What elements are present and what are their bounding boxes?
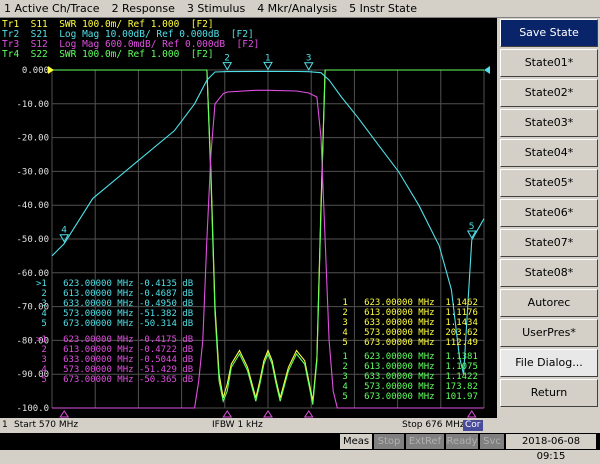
marker-table-s21: >1 623.00000 MHz -0.4135 dB 2 613.00000 … bbox=[36, 279, 193, 329]
marker-row-s21-1: >1 623.00000 MHz -0.4135 dB bbox=[36, 279, 194, 289]
stimulus-marker-5 bbox=[466, 410, 477, 418]
stop-indicator: Stop bbox=[374, 434, 404, 449]
channel-status-bar: 1 Start 570 MHz IFBW 1 kHz Stop 676 MHz … bbox=[0, 419, 497, 432]
marker-table-s22: 1 623.00000 MHz 1.1381 2 613.00000 MHz 1… bbox=[337, 352, 478, 402]
marker-4-s21-label: 4 bbox=[61, 226, 67, 236]
marker-row-s22-1: 1 623.00000 MHz 1.1381 bbox=[337, 352, 478, 362]
y-axis-tick-label: -50.00 bbox=[16, 235, 49, 245]
return-button[interactable]: Return bbox=[500, 379, 598, 407]
datetime-display: 2018-06-08 09:15 bbox=[506, 434, 596, 462]
marker-row-s22-3: 3 633.00000 MHz 1.1422 bbox=[337, 372, 478, 382]
stop-frequency[interactable]: Stop 676 MHz bbox=[402, 419, 465, 432]
svc-indicator: Svc bbox=[480, 434, 504, 449]
marker-row-s12-2: 2 613.00000 MHz -0.4722 dB bbox=[36, 345, 194, 355]
marker-3-s21 bbox=[303, 62, 314, 71]
y-axis-tick-label: -20.00 bbox=[16, 134, 49, 144]
instrument-status-bar: Meas Stop ExtRef Ready Svc 2018-06-08 09… bbox=[0, 433, 600, 462]
marker-1-s21 bbox=[263, 61, 273, 71]
y-axis-tick-label: -30.00 bbox=[16, 167, 49, 177]
stimulus-marker-2 bbox=[222, 410, 233, 418]
channel-number: 1 bbox=[2, 420, 8, 430]
cor-indicator: Cor bbox=[463, 420, 483, 431]
marker-row-s21-2: 2 613.00000 MHz -0.4687 dB bbox=[36, 289, 194, 299]
marker-row-s11-1: 1 623.00000 MHz 1.1462 bbox=[337, 298, 478, 308]
ready-indicator: Ready bbox=[446, 434, 478, 449]
file-dialog-button[interactable]: File Dialog... bbox=[500, 349, 598, 377]
marker-1-s21-label: 1 bbox=[265, 53, 271, 63]
ref-arrow-left bbox=[48, 66, 54, 74]
menu-stimulus[interactable]: 3 Stimulus bbox=[183, 2, 253, 15]
menu-response[interactable]: 2 Response bbox=[108, 2, 183, 15]
userpres-button[interactable]: UserPres* bbox=[500, 319, 598, 347]
ifbw-value[interactable]: IFBW 1 kHz bbox=[212, 419, 263, 432]
trace-4-label: Tr4 S22 SWR 100.0m/ Ref 1.000 [F2] bbox=[2, 49, 214, 60]
meas-indicator: Meas bbox=[340, 434, 372, 449]
state08-button[interactable]: State08* bbox=[500, 259, 598, 287]
marker-row-s12-3: 3 633.00000 MHz -0.5044 dB bbox=[36, 355, 194, 365]
state06-button[interactable]: State06* bbox=[500, 199, 598, 227]
marker-row-s22-5: 5 673.00000 MHz 101.97 bbox=[337, 392, 478, 402]
autorec-button[interactable]: Autorec bbox=[500, 289, 598, 317]
y-axis-tick-label: -100.0 bbox=[16, 404, 49, 414]
marker-row-s12-1: >1 623.00000 MHz -0.4175 dB bbox=[36, 335, 194, 345]
y-axis-tick-label: -60.00 bbox=[16, 269, 49, 279]
state04-button[interactable]: State04* bbox=[500, 139, 598, 167]
marker-2-s21 bbox=[222, 62, 233, 71]
marker-row-s11-2: 2 613.00000 MHz 1.1176 bbox=[337, 308, 478, 318]
marker-row-s21-3: 3 633.00000 MHz -0.4950 dB bbox=[36, 299, 194, 309]
marker-row-s21-5: 5 673.00000 MHz -50.314 dB bbox=[36, 319, 194, 329]
y-axis-tick-label: -40.00 bbox=[16, 201, 49, 211]
marker-row-s22-4: 4 573.00000 MHz 173.82 bbox=[337, 382, 478, 392]
state05-button[interactable]: State05* bbox=[500, 169, 598, 197]
marker-table-s12: >1 623.00000 MHz -0.4175 dB 2 613.00000 … bbox=[36, 335, 193, 385]
menu-active-ch-trace[interactable]: 1 Active Ch/Trace bbox=[0, 2, 108, 15]
ref-arrow-right bbox=[484, 66, 490, 74]
state01-button[interactable]: State01* bbox=[500, 49, 598, 77]
plot-area[interactable]: 0.000 -10.00 -20.00 -30.00 -40.00 -50.00 -60.0… bbox=[0, 18, 497, 418]
stimulus-marker-1 bbox=[263, 410, 273, 418]
y-axis-tick-label: 0.000 bbox=[22, 66, 49, 76]
extref-indicator: ExtRef bbox=[406, 434, 444, 449]
menu-mkr-analysis[interactable]: 4 Mkr/Analysis bbox=[253, 2, 345, 15]
marker-row-s12-5: 5 673.00000 MHz -50.365 dB bbox=[36, 375, 194, 385]
marker-table-s11: 1 623.00000 MHz 1.1462 2 613.00000 MHz 1… bbox=[337, 298, 478, 348]
marker-2-s21-label: 2 bbox=[224, 54, 230, 64]
start-frequency[interactable]: Start 570 MHz bbox=[14, 419, 78, 432]
state07-button[interactable]: State07* bbox=[500, 229, 598, 257]
marker-3-s21-label: 3 bbox=[306, 54, 312, 64]
trace-4-header[interactable]: Tr4 S22 SWR 100.0m/ Ref 1.000 [F2] bbox=[2, 50, 214, 60]
y-axis-tick-label: -10.00 bbox=[16, 100, 49, 110]
marker-row-s12-4: 4 573.00000 MHz -51.429 dB bbox=[36, 365, 194, 375]
marker-row-s11-3: 3 633.00000 MHz 1.1434 bbox=[337, 318, 478, 328]
softkey-panel: Save State State01* State02* State03* St… bbox=[498, 18, 600, 432]
state02-button[interactable]: State02* bbox=[500, 79, 598, 107]
marker-row-s22-2: 2 613.00000 MHz 1.1075 bbox=[337, 362, 478, 372]
marker-row-s11-5: 5 673.00000 MHz 112.49 bbox=[337, 338, 478, 348]
marker-row-s21-4: 4 573.00000 MHz -51.382 dB bbox=[36, 309, 194, 319]
menu-instr-state[interactable]: 5 Instr State bbox=[345, 2, 425, 15]
menu-bar: 1 Active Ch/Trace 2 Response 3 Stimulus … bbox=[0, 0, 600, 18]
stimulus-marker-4 bbox=[59, 410, 70, 418]
marker-5-s21-label: 5 bbox=[469, 222, 475, 232]
stimulus-marker-3 bbox=[303, 410, 314, 418]
save-state-header[interactable]: Save State bbox=[500, 19, 598, 47]
state03-button[interactable]: State03* bbox=[500, 109, 598, 137]
marker-row-s11-4: 4 573.00000 MHz 203.62 bbox=[337, 328, 478, 338]
